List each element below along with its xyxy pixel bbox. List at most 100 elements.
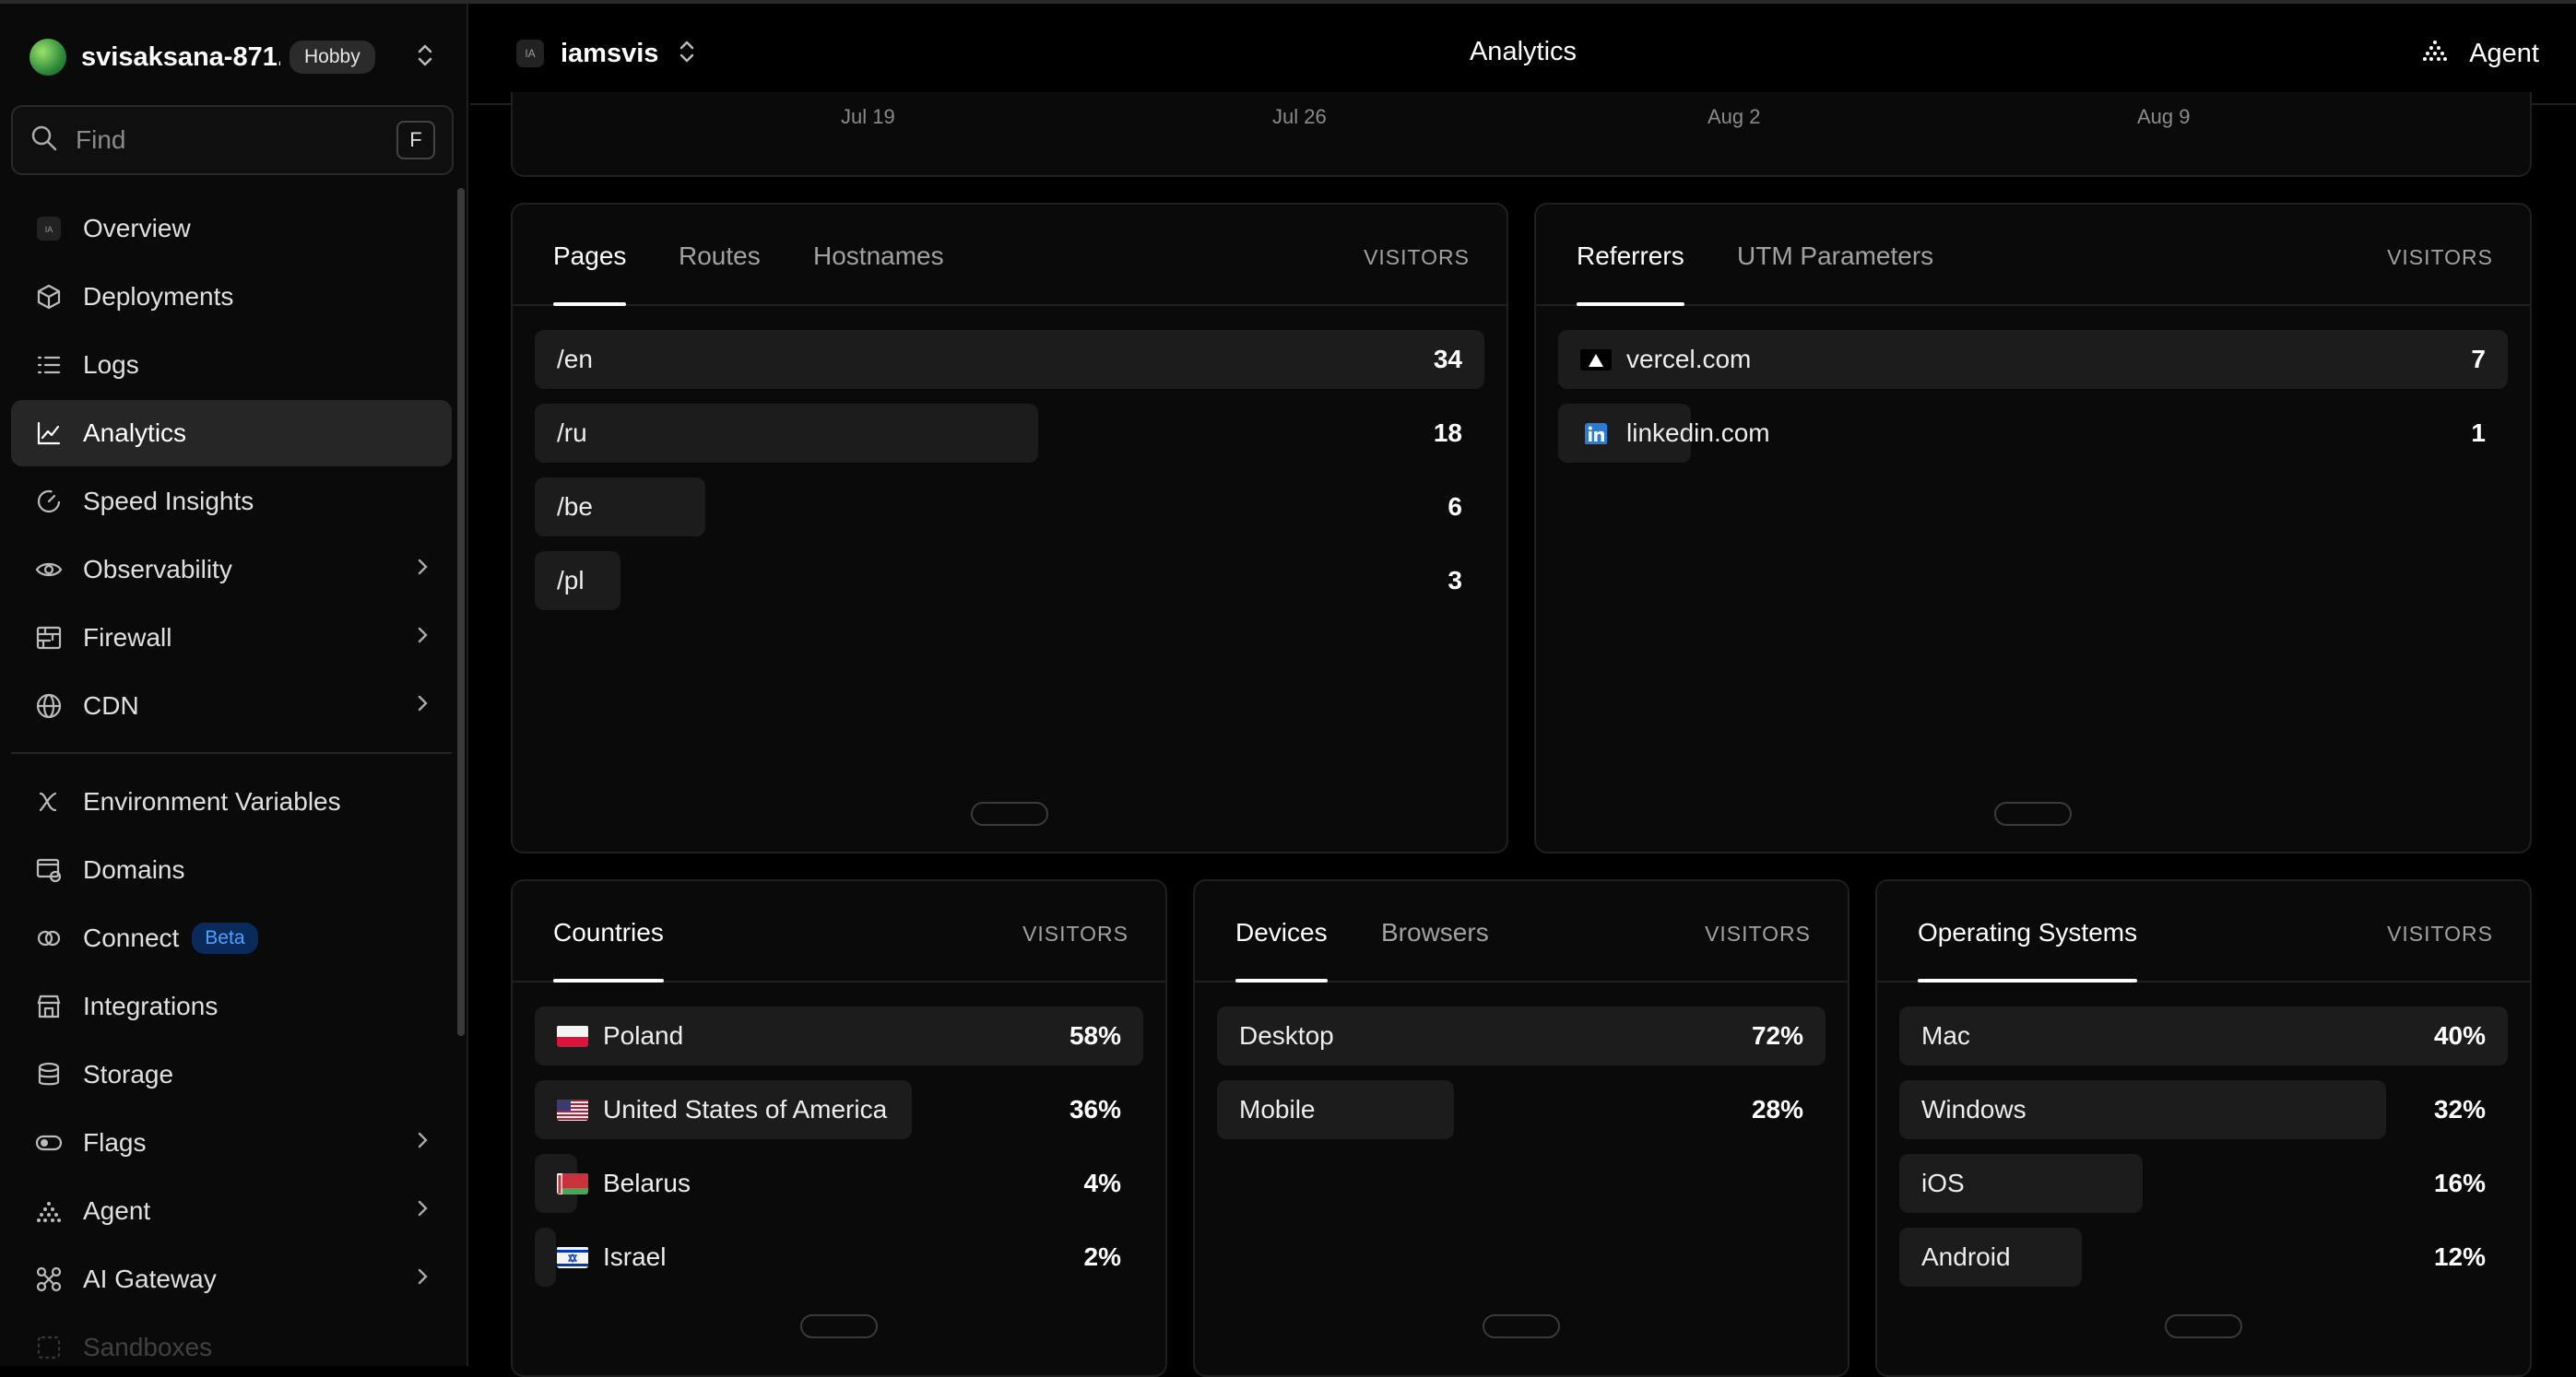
sidebar-item-domains[interactable]: Domains [11, 837, 452, 903]
store-icon [33, 991, 65, 1022]
find-box[interactable]: F [11, 105, 454, 175]
project-name: iamsvis [561, 38, 659, 68]
expand-handle[interactable] [1483, 1314, 1560, 1338]
tab-utm-parameters[interactable]: UTM Parameters [1737, 241, 1933, 306]
sidebar-item-logs[interactable]: Logs [11, 332, 452, 398]
visitors-column-label: VISITORS [2387, 922, 2493, 946]
cube-icon [33, 281, 65, 312]
row-label-text: Israel [603, 1242, 667, 1271]
tab-countries[interactable]: Countries [553, 918, 664, 983]
tab-devices[interactable]: Devices [1235, 918, 1328, 983]
sidebar-item-connect[interactable]: Connect Beta [11, 905, 452, 971]
sidebar-item-speed-insights[interactable]: Speed Insights [11, 468, 452, 535]
sidebar-item-flags[interactable]: Flags [11, 1110, 452, 1176]
expand-handle[interactable] [1994, 802, 2072, 826]
row-bar [535, 404, 1038, 463]
chevron-up-down-icon [415, 41, 435, 74]
sidebar-item-integrations[interactable]: Integrations [11, 973, 452, 1040]
row-value: 1 [2471, 418, 2486, 447]
beta-badge: Beta [192, 923, 258, 954]
tab-operating-systems[interactable]: Operating Systems [1918, 918, 2138, 983]
sidebar-item-deployments[interactable]: Deployments [11, 264, 452, 330]
row-label: iOS [1921, 1169, 1965, 1197]
expand-handle[interactable] [2165, 1314, 2242, 1338]
list-item[interactable]: Windows 32% [1899, 1080, 2508, 1139]
pages-card: Pages Routes Hostnames VISITORS /en 34 /… [511, 203, 1508, 853]
team-avatar [30, 39, 66, 76]
row-value: 18 [1433, 418, 1462, 447]
sidebar-item-overview[interactable]: IA Overview [11, 195, 452, 262]
chevron-up-down-icon [677, 38, 697, 70]
chevron-right-icon [415, 691, 430, 721]
tab-routes[interactable]: Routes [679, 241, 761, 306]
link-icon [33, 923, 65, 954]
row-value: 40% [2433, 1021, 2486, 1050]
list-item[interactable]: /en 34 [535, 330, 1484, 389]
list-item[interactable]: vercel.com 7 [1558, 330, 2508, 389]
project-switcher[interactable]: IA iamsvis [516, 31, 697, 76]
tab-browsers[interactable]: Browsers [1381, 918, 1489, 983]
sidebar-item-label: Observability [83, 555, 232, 583]
row-value: 34 [1433, 345, 1462, 373]
sidebar-nav: IA Overview Deployments Logs Analytics S… [11, 195, 452, 1366]
chevron-right-icon [415, 1128, 430, 1158]
list-item[interactable]: Mac 40% [1899, 1006, 2508, 1065]
row-value: 36% [1069, 1095, 1121, 1124]
sidebar-item-observability[interactable]: Observability [11, 536, 452, 603]
list-item[interactable]: /be 6 [535, 477, 1484, 536]
chevron-right-icon [415, 1265, 430, 1294]
agent-button[interactable]: Agent [2421, 31, 2539, 76]
expand-handle[interactable] [971, 802, 1048, 826]
sidebar-item-label: Agent [83, 1196, 151, 1225]
sidebar-item-storage[interactable]: Storage [11, 1042, 452, 1108]
list-icon [33, 349, 65, 381]
visitors-chart-axis: Jul 19 Jul 26 Aug 2 Aug 9 [511, 92, 2532, 177]
row-label-text: Poland [603, 1021, 684, 1050]
expand-handle[interactable] [800, 1314, 878, 1338]
visitors-column-label: VISITORS [2387, 245, 2493, 269]
sidebar-item-agent[interactable]: Agent [11, 1178, 452, 1244]
sidebar-item-firewall[interactable]: Firewall [11, 605, 452, 671]
list-item[interactable]: linkedin.com 1 [1558, 404, 2508, 463]
countries-card: Countries VISITORS Poland 58% United Sta… [511, 879, 1167, 1377]
domain-icon [33, 854, 65, 886]
project-initials-badge: IA [516, 40, 544, 67]
row-value: 58% [1069, 1021, 1121, 1050]
list-item[interactable]: Desktop 72% [1217, 1006, 1826, 1065]
list-item[interactable]: United States of America 36% [535, 1080, 1143, 1139]
list-item[interactable]: Poland 58% [535, 1006, 1143, 1065]
list-item[interactable]: /ru 18 [535, 404, 1484, 463]
chevron-right-icon [415, 555, 430, 584]
tab-pages[interactable]: Pages [553, 241, 627, 306]
sidebar-item-label: Overview [83, 214, 191, 242]
row-label: United States of America [557, 1095, 887, 1124]
sidebar-item-sandboxes[interactable]: Sandboxes [11, 1314, 452, 1366]
row-label-text: United States of America [603, 1095, 888, 1124]
sidebar-item-cdn[interactable]: CDN [11, 673, 452, 739]
list-item[interactable]: Mobile 28% [1217, 1080, 1826, 1139]
pages-list: /en 34 /ru 18 /be 6 /pl 3 [535, 330, 1484, 625]
sidebar-item-environment-variables[interactable]: Environment Variables [11, 769, 452, 835]
team-switcher[interactable]: svisaksana-871... Hobby [30, 33, 444, 81]
row-value: 6 [1448, 492, 1462, 521]
visitors-column-label: VISITORS [1022, 922, 1128, 946]
sidebar-item-label: Analytics [83, 418, 187, 447]
find-input[interactable] [76, 125, 389, 155]
list-item[interactable]: Israel 2% [535, 1228, 1143, 1287]
operating-systems-card: Operating Systems VISITORS Mac 40% Windo… [1875, 879, 2532, 1377]
list-item[interactable]: /pl 3 [535, 551, 1484, 610]
list-item[interactable]: Belarus 4% [535, 1154, 1143, 1213]
sidebar-scrollbar[interactable] [457, 188, 465, 1036]
tab-referrers[interactable]: Referrers [1577, 241, 1684, 306]
visitors-column-label: VISITORS [1705, 922, 1811, 946]
toggle-icon [33, 1127, 65, 1159]
row-label: Poland [557, 1021, 683, 1051]
sidebar-item-ai-gateway[interactable]: AI Gateway [11, 1246, 452, 1312]
row-value: 12% [2433, 1242, 2486, 1271]
list-item[interactable]: Android 12% [1899, 1228, 2508, 1287]
list-item[interactable]: iOS 16% [1899, 1154, 2508, 1213]
row-label: Android [1921, 1242, 2011, 1271]
sidebar-item-label: Integrations [83, 992, 219, 1020]
tab-hostnames[interactable]: Hostnames [813, 241, 944, 306]
sidebar-item-analytics[interactable]: Analytics [11, 400, 452, 466]
